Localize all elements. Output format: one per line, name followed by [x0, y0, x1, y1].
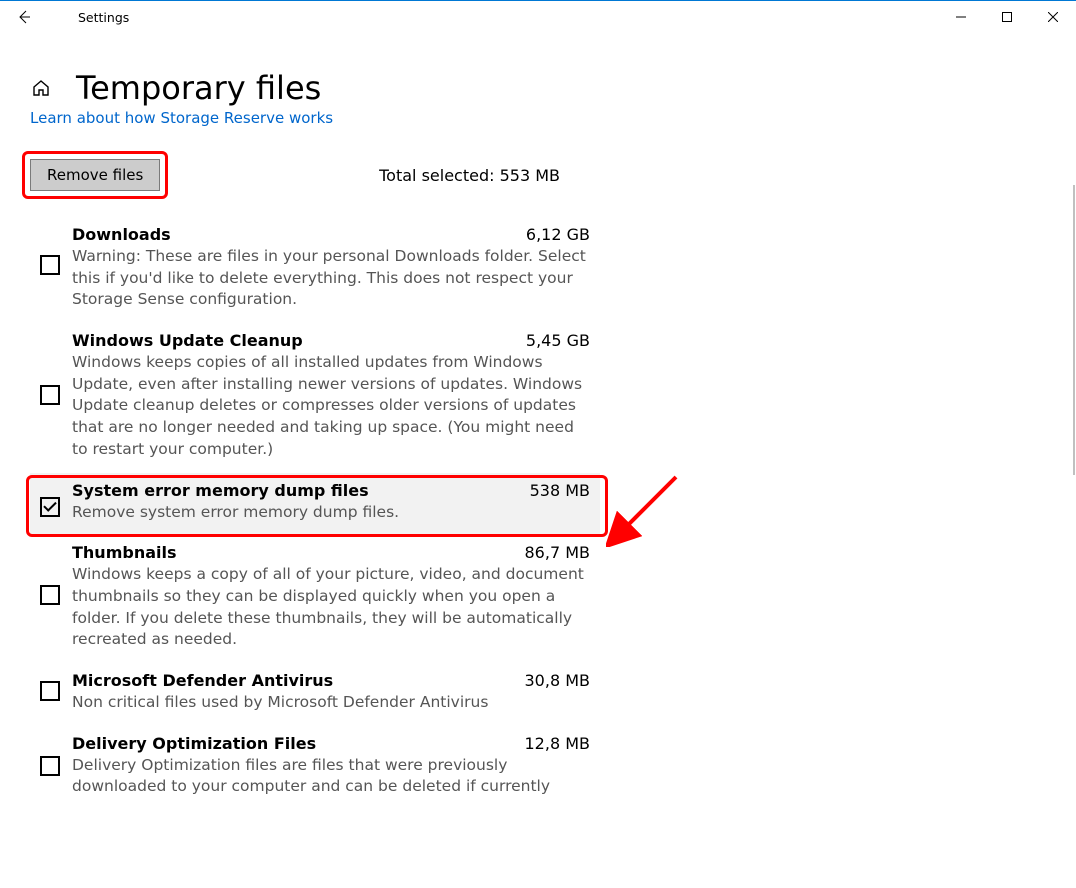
item-desc: Non critical files used by Microsoft Def… [72, 692, 590, 714]
storage-reserve-link[interactable]: Learn about how Storage Reserve works [0, 109, 1076, 127]
item-desc: Remove system error memory dump files. [72, 502, 590, 524]
item-name: Thumbnails [72, 543, 177, 562]
scrollbar[interactable] [1073, 185, 1075, 475]
item-desc: Delivery Optimization files are files th… [72, 755, 590, 798]
item-desc: Windows keeps copies of all installed up… [72, 352, 590, 460]
item-name: Downloads [72, 225, 171, 244]
item-content: Thumbnails 86,7 MB Windows keeps a copy … [72, 543, 590, 651]
close-button[interactable] [1030, 1, 1076, 33]
item-name: Windows Update Cleanup [72, 331, 303, 350]
item-size: 538 MB [530, 481, 590, 500]
annotation-arrow-icon [606, 467, 686, 547]
checkbox[interactable] [40, 585, 60, 605]
total-selected-label: Total selected: 553 MB [379, 166, 560, 185]
item-size: 30,8 MB [525, 671, 591, 690]
item-name: Microsoft Defender Antivirus [72, 671, 333, 690]
item-content: Downloads 6,12 GB Warning: These are fil… [72, 225, 590, 311]
item-desc: Warning: These are files in your persona… [72, 246, 590, 311]
item-system-error-memory-dump[interactable]: System error memory dump files 538 MB Re… [30, 473, 600, 536]
item-delivery-optimization[interactable]: Delivery Optimization Files 12,8 MB Deli… [30, 726, 600, 810]
actions-row: Remove files Total selected: 553 MB [0, 127, 600, 199]
item-defender-antivirus[interactable]: Microsoft Defender Antivirus 30,8 MB Non… [30, 663, 600, 726]
item-thumbnails[interactable]: Thumbnails 86,7 MB Windows keeps a copy … [30, 535, 600, 663]
item-desc: Windows keeps a copy of all of your pict… [72, 564, 590, 651]
item-size: 86,7 MB [525, 543, 591, 562]
item-size: 6,12 GB [526, 225, 590, 244]
home-icon[interactable] [30, 77, 52, 99]
checkbox[interactable] [40, 756, 60, 776]
item-content: System error memory dump files 538 MB Re… [72, 481, 590, 524]
item-windows-update-cleanup[interactable]: Windows Update Cleanup 5,45 GB Windows k… [30, 323, 600, 472]
item-downloads[interactable]: Downloads 6,12 GB Warning: These are fil… [30, 217, 600, 323]
checkbox[interactable] [40, 255, 60, 275]
item-size: 5,45 GB [526, 331, 590, 350]
page-title: Temporary files [76, 69, 321, 107]
temp-files-list: Downloads 6,12 GB Warning: These are fil… [0, 199, 600, 810]
window-title: Settings [78, 10, 129, 25]
back-button[interactable] [0, 1, 48, 33]
item-name: System error memory dump files [72, 481, 369, 500]
item-content: Windows Update Cleanup 5,45 GB Windows k… [72, 331, 590, 460]
item-size: 12,8 MB [525, 734, 591, 753]
maximize-button[interactable] [984, 1, 1030, 33]
page-header: Temporary files [0, 33, 1076, 111]
item-content: Delivery Optimization Files 12,8 MB Deli… [72, 734, 590, 798]
window-controls [938, 1, 1076, 33]
item-content: Microsoft Defender Antivirus 30,8 MB Non… [72, 671, 590, 714]
checkbox[interactable] [40, 497, 60, 517]
title-bar: Settings [0, 1, 1076, 33]
checkbox[interactable] [40, 681, 60, 701]
remove-files-button[interactable]: Remove files [30, 159, 160, 191]
item-name: Delivery Optimization Files [72, 734, 316, 753]
minimize-button[interactable] [938, 1, 984, 33]
checkbox[interactable] [40, 385, 60, 405]
remove-button-wrap: Remove files [30, 159, 160, 191]
